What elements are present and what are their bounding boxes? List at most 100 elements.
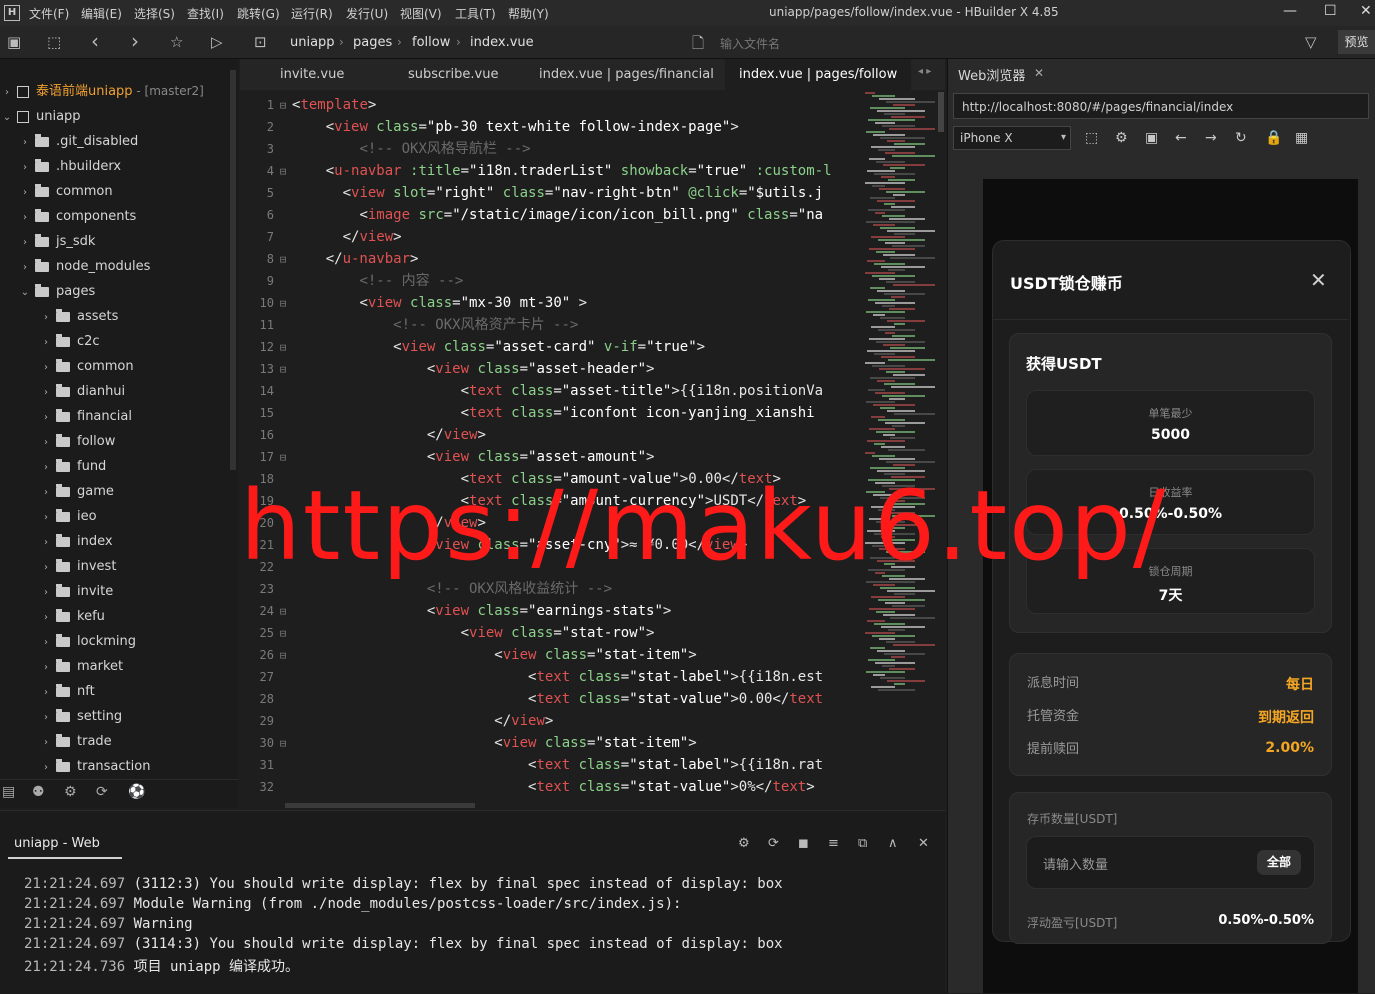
tree-folder[interactable]: › nft: [0, 679, 238, 704]
chevron-right-icon[interactable]: ›: [39, 330, 53, 355]
chevron-right-icon[interactable]: ›: [39, 680, 53, 705]
tree-folder[interactable]: › components: [0, 204, 238, 229]
chevron-right-icon[interactable]: ›: [39, 305, 53, 330]
fold-icon[interactable]: ⊟: [274, 249, 292, 271]
menu-publish[interactable]: 发行(U): [346, 5, 388, 22]
tree-folder[interactable]: › node_modules: [0, 254, 238, 279]
tree-folder[interactable]: › fund: [0, 454, 238, 479]
menu-goto[interactable]: 跳转(G): [237, 5, 280, 22]
star-icon[interactable]: ☆: [170, 33, 183, 51]
chevron-right-icon[interactable]: ›: [18, 205, 32, 230]
code-line[interactable]: 26 ⊟ <view class="stat-item">: [240, 644, 865, 666]
url-input[interactable]: http://localhost:8080/#/pages/financial/…: [953, 93, 1369, 119]
tree-folder[interactable]: › common: [0, 354, 238, 379]
code-line[interactable]: 9 <!-- 内容 -->: [240, 270, 865, 292]
tree-folder[interactable]: › kefu: [0, 604, 238, 629]
chevron-right-icon[interactable]: ›: [39, 380, 53, 405]
console-popout-icon[interactable]: ⧉: [858, 836, 867, 851]
editor-scrollbar[interactable]: [938, 92, 944, 132]
breadcrumb-uniapp[interactable]: uniapp: [290, 35, 335, 50]
preview-button[interactable]: 预览: [1338, 30, 1375, 54]
device-select[interactable]: iPhone X ▾: [953, 126, 1071, 150]
chevron-down-icon[interactable]: ⌄: [0, 105, 14, 130]
amount-input[interactable]: 请输入数量 全部: [1026, 836, 1315, 889]
fold-icon[interactable]: ⊟: [274, 623, 292, 645]
code-line[interactable]: 17 ⊟ <view class="asset-amount">: [240, 446, 865, 468]
tree-folder[interactable]: › transaction: [0, 754, 238, 779]
back-arrow-icon[interactable]: ←: [1175, 130, 1187, 146]
tree-folder[interactable]: › dianhui: [0, 379, 238, 404]
code-line[interactable]: 15 <text class="iconfont icon-yanjing_xi…: [240, 402, 865, 424]
console-stop-icon[interactable]: ◼: [798, 836, 809, 851]
settings-icon[interactable]: ⚙: [64, 784, 77, 800]
tree-folder[interactable]: › common: [0, 179, 238, 204]
console-settings-icon[interactable]: ⚙: [738, 836, 750, 851]
code-line[interactable]: 6 <image src="/static/image/icon/icon_bi…: [240, 204, 865, 226]
menu-edit[interactable]: 编辑(E): [81, 5, 122, 22]
close-tab-icon[interactable]: ✕: [1034, 66, 1044, 80]
tree-folder[interactable]: › game: [0, 479, 238, 504]
tree-folder[interactable]: › js_sdk: [0, 229, 238, 254]
devtools-icon[interactable]: ▣: [1145, 130, 1158, 146]
menu-help[interactable]: 帮助(Y): [508, 5, 549, 22]
rotate-icon[interactable]: ⬚: [1085, 130, 1098, 146]
fold-icon[interactable]: ⊟: [274, 359, 292, 381]
console-restart-icon[interactable]: ⟳: [768, 836, 779, 851]
fold-icon[interactable]: ⊟: [274, 293, 292, 315]
breadcrumb-pages[interactable]: pages: [353, 35, 392, 50]
chevron-right-icon[interactable]: ›: [39, 405, 53, 430]
code-line[interactable]: 1 ⊟ <template>: [240, 94, 865, 116]
code-line[interactable]: 3 <!-- OKX风格导航栏 -->: [240, 138, 865, 160]
fold-icon[interactable]: ⊟: [274, 733, 292, 755]
breadcrumb-follow[interactable]: follow: [412, 35, 450, 50]
reload-icon[interactable]: ↻: [1235, 130, 1247, 146]
globe-icon[interactable]: ⚽: [128, 784, 145, 800]
tab-follow-index[interactable]: index.vue | pages/follow: [725, 59, 912, 90]
tree-folder[interactable]: › assets: [0, 304, 238, 329]
sidebar-scrollbar[interactable]: [230, 70, 236, 470]
breadcrumb-file[interactable]: index.vue: [470, 35, 534, 50]
menu-run[interactable]: 运行(R): [291, 5, 333, 22]
chevron-right-icon[interactable]: ›: [18, 255, 32, 280]
chevron-right-icon[interactable]: ›: [18, 155, 32, 180]
menu-find[interactable]: 查找(I): [187, 5, 224, 22]
tree-folder-pages[interactable]: ⌄ pages: [0, 279, 238, 304]
chevron-right-icon[interactable]: ›: [39, 555, 53, 580]
chevron-right-icon[interactable]: ›: [39, 505, 53, 530]
console-collapse-icon[interactable]: ∧: [888, 836, 898, 851]
fold-icon[interactable]: ⊟: [274, 601, 292, 623]
save-all-icon[interactable]: ▣: [7, 33, 21, 51]
chevron-down-icon[interactable]: ⌄: [18, 280, 32, 305]
tree-folder[interactable]: › market: [0, 654, 238, 679]
chevron-right-icon[interactable]: ›: [39, 655, 53, 680]
forward-arrow-icon[interactable]: →: [1205, 130, 1217, 146]
code-line[interactable]: 30 ⊟ <view class="stat-item">: [240, 732, 865, 754]
sync-icon[interactable]: ⟳: [96, 784, 108, 800]
code-line[interactable]: 2 <view class="pb-30 text-white follow-i…: [240, 116, 865, 138]
maximize-button[interactable]: ☐: [1324, 3, 1337, 19]
chevron-right-icon[interactable]: ›: [39, 530, 53, 555]
code-line[interactable]: 13 ⊟ <view class="asset-header">: [240, 358, 865, 380]
code-line[interactable]: 14 <text class="asset-title">{{i18n.posi…: [240, 380, 865, 402]
chevron-right-icon[interactable]: ›: [39, 480, 53, 505]
tree-folder[interactable]: › trade: [0, 729, 238, 754]
code-line[interactable]: 28 <text class="stat-value">0.00</text: [240, 688, 865, 710]
minimize-button[interactable]: —: [1283, 3, 1297, 19]
tree-folder[interactable]: › setting: [0, 704, 238, 729]
tree-folder[interactable]: › index: [0, 529, 238, 554]
tree-folder[interactable]: › follow: [0, 429, 238, 454]
console-clear-icon[interactable]: ✕: [918, 836, 929, 851]
code-line[interactable]: 31 <text class="stat-label">{{i18n.rat: [240, 754, 865, 776]
run-icon[interactable]: ▷: [211, 33, 223, 51]
fold-icon[interactable]: ⊟: [274, 95, 292, 117]
code-line[interactable]: 5 <view slot="right" class="nav-right-bt…: [240, 182, 865, 204]
lock-icon[interactable]: 🔒: [1265, 130, 1282, 146]
back-icon[interactable]: ‹: [91, 29, 99, 53]
menu-tools[interactable]: 工具(T): [455, 5, 496, 22]
tree-folder[interactable]: › invest: [0, 554, 238, 579]
tab-scroll-arrows-icon[interactable]: ◂ ▸: [918, 66, 931, 77]
code-editor[interactable]: 1 ⊟ <template> 2 <view class="pb-30 text-wh…: [240, 90, 865, 810]
chevron-right-icon[interactable]: ›: [18, 230, 32, 255]
code-line[interactable]: 8 ⊟ </u-navbar>: [240, 248, 865, 270]
fold-icon[interactable]: ⊟: [274, 337, 292, 359]
